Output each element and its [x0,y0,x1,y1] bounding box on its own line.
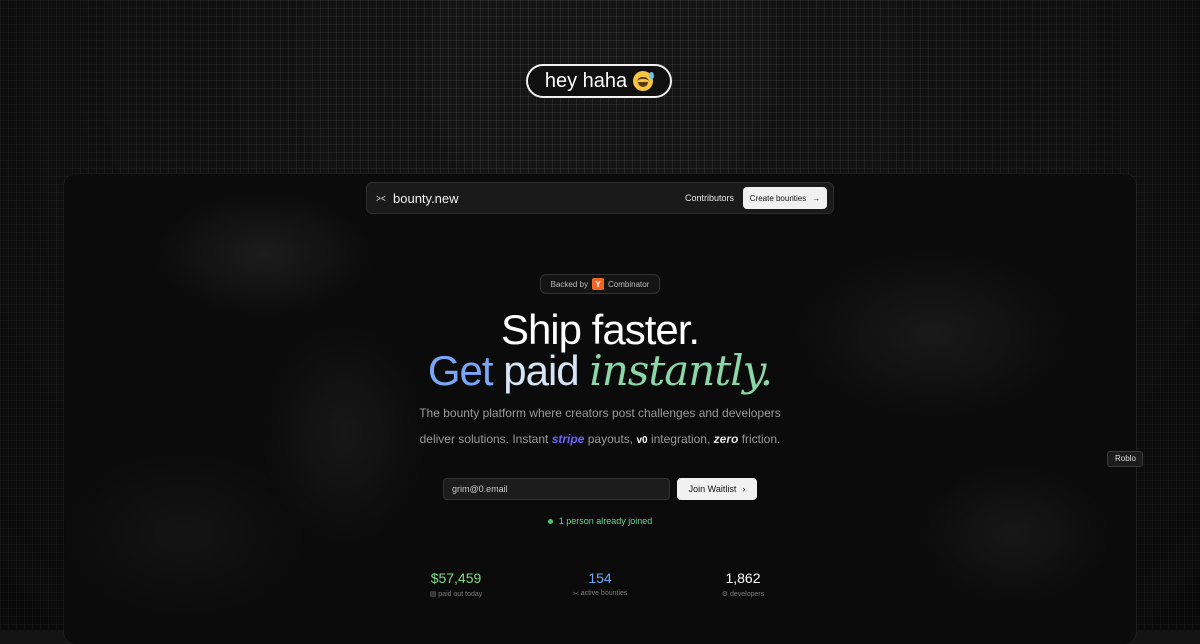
arrow-right-icon: → [812,193,821,203]
greeting-text: hey haha [544,69,628,92]
app-window: ⪥ bounty.new Contributors Create bountie… [64,174,1136,644]
zero-emphasis: zero [713,432,739,446]
stat-paid-out: $57,459 ▤ paid out today [396,570,516,598]
stripe-logo: stripe [551,432,585,446]
join-waitlist-label: Join Waitlist [688,484,737,494]
side-chip[interactable]: Roblo [1107,451,1143,467]
y-combinator-logo-icon: Y [592,278,604,290]
brand-name[interactable]: bounty.new [393,191,459,206]
hero-line-2: Get paid instantly. [64,346,1136,395]
logo-icon[interactable]: ⪥ [376,193,386,204]
v0-logo: v0 [636,435,648,446]
subtitle-text-b: payouts, [587,432,634,446]
email-input[interactable]: grim@0.email [443,478,670,500]
stat-value: 154 [588,570,612,586]
hero-get: Get [427,347,494,394]
stat-label: ▤ paid out today [429,591,483,598]
sweat-smile-emoji-icon [633,71,655,91]
hero-paid: paid [503,347,579,394]
join-waitlist-button[interactable]: Join Waitlist › [677,478,757,500]
stat-value: $57,459 [430,570,482,586]
navbar: ⪥ bounty.new Contributors Create bountie… [366,182,834,214]
subtitle-line-2: deliver solutions. Instant stripe payout… [64,432,1136,446]
create-bounties-button[interactable]: Create bounties → [743,187,827,209]
create-bounties-label: Create bounties [749,193,807,203]
subtitle-text-d: friction. [741,432,781,446]
stat-label: ⚙ developers [721,591,765,598]
hero-instantly: instantly. [589,346,773,395]
status-dot-icon [547,519,553,525]
backed-by-badge[interactable]: Backed by Y Combinator [540,274,660,294]
stat-label: ⪥ active bounties [572,590,628,597]
joined-text: 1 person already joined [558,516,653,526]
stat-value: 1,862 [725,570,761,586]
chevron-right-icon: › [742,484,746,494]
stat-active-bounties: 154 ⪥ active bounties [540,570,660,598]
subtitle-line-1: The bounty platform where creators post … [419,406,781,420]
badge-prefix: Backed by [550,279,588,289]
stat-developers: 1,862 ⚙ developers [683,570,803,598]
badge-name: Combinator [608,279,650,289]
joined-count: 1 person already joined [64,516,1136,526]
contributors-link[interactable]: Contributors [685,193,734,203]
subtitle-text-a: deliver solutions. Instant [419,432,549,446]
subtitle-text-c: integration, [650,432,711,446]
greeting-pill: hey haha [526,64,672,98]
